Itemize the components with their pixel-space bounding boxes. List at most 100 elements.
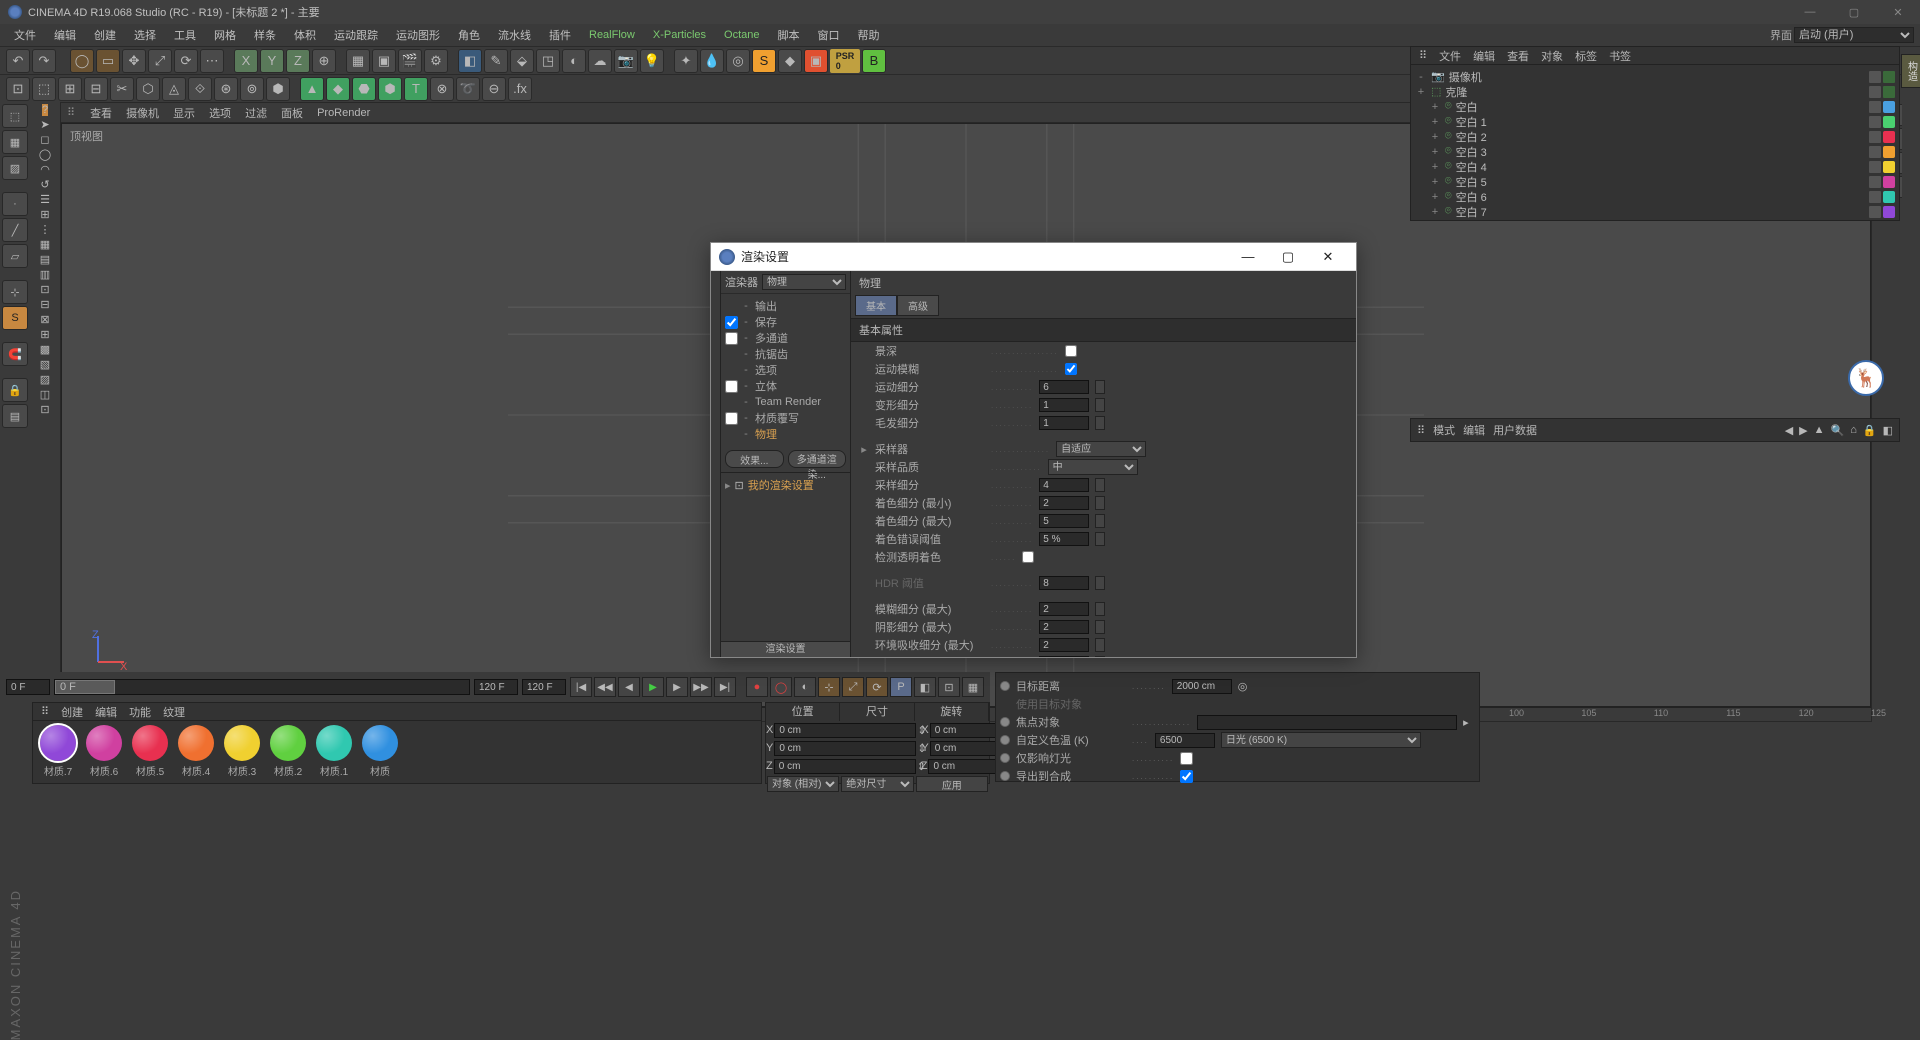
menu-X-Particles[interactable]: X-Particles — [645, 27, 714, 43]
object-row[interactable]: +⌾空白 3 — [1415, 144, 1895, 159]
menu-icon[interactable]: ◧ — [1883, 424, 1893, 437]
sel11-icon[interactable]: ⊡ — [40, 283, 49, 296]
key-rot-icon[interactable]: ⟳ — [866, 677, 888, 697]
tool-2-icon[interactable]: ⬚ — [32, 77, 56, 101]
dialog-close-button[interactable]: ✕ — [1308, 244, 1348, 270]
vis-tag[interactable] — [1869, 146, 1881, 158]
color-swatch[interactable] — [1883, 101, 1895, 113]
grip-icon[interactable]: ⠿ — [1417, 424, 1425, 437]
material-item[interactable]: 材质.1 — [313, 725, 355, 778]
render-tree-item[interactable]: -物理 — [723, 426, 848, 442]
goto-start-icon[interactable]: |◀ — [570, 677, 592, 697]
object-row[interactable]: +⌾空白 — [1415, 99, 1895, 114]
objmenu-查看[interactable]: 查看 — [1507, 48, 1529, 64]
tree-checkbox[interactable] — [725, 332, 738, 345]
scale-icon[interactable]: ⤢ — [148, 49, 172, 73]
target-distance-input[interactable] — [1172, 679, 1232, 694]
expand-icon[interactable]: + — [1429, 206, 1441, 218]
pos-input[interactable] — [774, 741, 916, 756]
tree-checkbox[interactable] — [725, 380, 738, 393]
light-icon[interactable]: 💡 — [640, 49, 664, 73]
nav-up-icon[interactable]: ▲ — [1814, 424, 1825, 437]
tab-basic[interactable]: 基本 — [855, 295, 897, 316]
tool-11-icon[interactable]: ⬢ — [266, 77, 290, 101]
material-item[interactable]: 材质.3 — [221, 725, 263, 778]
sel5-icon[interactable]: ☰ — [40, 193, 50, 206]
expand-icon[interactable]: + — [1429, 191, 1441, 203]
minimize-button[interactable]: — — [1788, 0, 1832, 24]
nurbs-icon[interactable]: ⬙ — [510, 49, 534, 73]
attr-menu-user[interactable]: 用户数据 — [1493, 422, 1537, 438]
focus-input[interactable] — [1197, 715, 1457, 730]
matmenu-功能[interactable]: 功能 — [129, 704, 151, 720]
menu-Octane[interactable]: Octane — [716, 27, 767, 43]
octane-icon[interactable]: ◎ — [726, 49, 750, 73]
environ-icon[interactable]: ☁ — [588, 49, 612, 73]
spinner-icon[interactable] — [1095, 638, 1105, 652]
tool-6-icon[interactable]: ⬡ — [136, 77, 160, 101]
menu-脚本[interactable]: 脚本 — [770, 25, 808, 45]
axis-mode-icon[interactable]: ⊹ — [2, 280, 28, 304]
frame-dispend-input[interactable] — [474, 679, 518, 695]
mograph-8-icon[interactable]: ⊖ — [482, 77, 506, 101]
num-input[interactable] — [1039, 638, 1089, 652]
key-opt-icon[interactable]: ⊡ — [938, 677, 960, 697]
attr-menu-edit[interactable]: 编辑 — [1463, 422, 1485, 438]
vpmenu-显示[interactable]: 显示 — [173, 105, 195, 121]
key-scale-icon[interactable]: ⤢ — [842, 677, 864, 697]
vpmenu-摄像机[interactable]: 摄像机 — [126, 105, 159, 121]
color-swatch[interactable] — [1883, 131, 1895, 143]
sel6-icon[interactable]: ⊞ — [40, 208, 49, 221]
sel8-icon[interactable]: ▦ — [40, 238, 50, 251]
sel19-icon[interactable]: ⊡ — [40, 403, 49, 416]
tree-checkbox[interactable] — [725, 316, 738, 329]
expand-icon[interactable]: + — [1429, 176, 1441, 188]
render-tree-item[interactable]: -保存 — [723, 314, 848, 330]
key-pos-icon[interactable]: ⊹ — [818, 677, 840, 697]
maximize-button[interactable]: ▢ — [1832, 0, 1876, 24]
expand-icon[interactable]: + — [1415, 86, 1427, 98]
object-row[interactable]: +⌾空白 6 — [1415, 189, 1895, 204]
anim-dot[interactable] — [1000, 753, 1010, 763]
vis-tag[interactable] — [1869, 161, 1881, 173]
material-item[interactable]: 材质.4 — [175, 725, 217, 778]
mograph-4-icon[interactable]: ⬢ — [378, 77, 402, 101]
home-icon[interactable]: ⌂ — [1850, 424, 1857, 437]
anim-dot[interactable] — [1000, 735, 1010, 745]
object-row[interactable]: +⌾空白 5 — [1415, 174, 1895, 189]
anim-dot[interactable] — [1000, 681, 1010, 691]
poly-mode-icon[interactable]: ▱ — [2, 244, 28, 268]
tree-checkbox[interactable] — [725, 412, 738, 425]
menu-选择[interactable]: 选择 — [126, 25, 164, 45]
vis-tag[interactable] — [1869, 116, 1881, 128]
script-icon[interactable]: S — [752, 49, 776, 73]
rect-select-icon[interactable]: ▭ — [96, 49, 120, 73]
num-input[interactable] — [1039, 656, 1089, 657]
num-input[interactable] — [1039, 398, 1089, 412]
sel13-icon[interactable]: ⊠ — [40, 313, 49, 326]
pick-icon[interactable]: ◎ — [1238, 680, 1248, 693]
color-swatch[interactable] — [1883, 191, 1895, 203]
objmenu-编辑[interactable]: 编辑 — [1473, 48, 1495, 64]
num-input[interactable] — [1039, 576, 1089, 590]
vis-tag[interactable] — [1869, 176, 1881, 188]
dialog-maximize-button[interactable]: ▢ — [1268, 244, 1308, 270]
frame-start-input[interactable] — [6, 679, 50, 695]
matmenu-创建[interactable]: 创建 — [61, 704, 83, 720]
undo-icon[interactable]: ↶ — [6, 49, 30, 73]
coord-mode2-select[interactable]: 绝对尺寸 — [841, 776, 913, 792]
menu-插件[interactable]: 插件 — [541, 25, 579, 45]
next-frame-icon[interactable]: ▶ — [666, 677, 688, 697]
xparticles-icon[interactable]: ✦ — [674, 49, 698, 73]
renderer-select[interactable]: 物理 — [762, 274, 846, 290]
sel15-icon[interactable]: ▩ — [40, 343, 50, 356]
render-tree-item[interactable]: -输出 — [723, 298, 848, 314]
point-mode-icon[interactable]: · — [2, 192, 28, 216]
num-input[interactable] — [1039, 496, 1089, 510]
objmenu-书签[interactable]: 书签 — [1609, 48, 1631, 64]
menu-角色[interactable]: 角色 — [450, 25, 488, 45]
mograph-2-icon[interactable]: ◆ — [326, 77, 350, 101]
dialog-grip[interactable] — [711, 271, 721, 657]
axis-z-icon[interactable]: Z — [286, 49, 310, 73]
render-tree-item[interactable]: -多通道 — [723, 330, 848, 346]
